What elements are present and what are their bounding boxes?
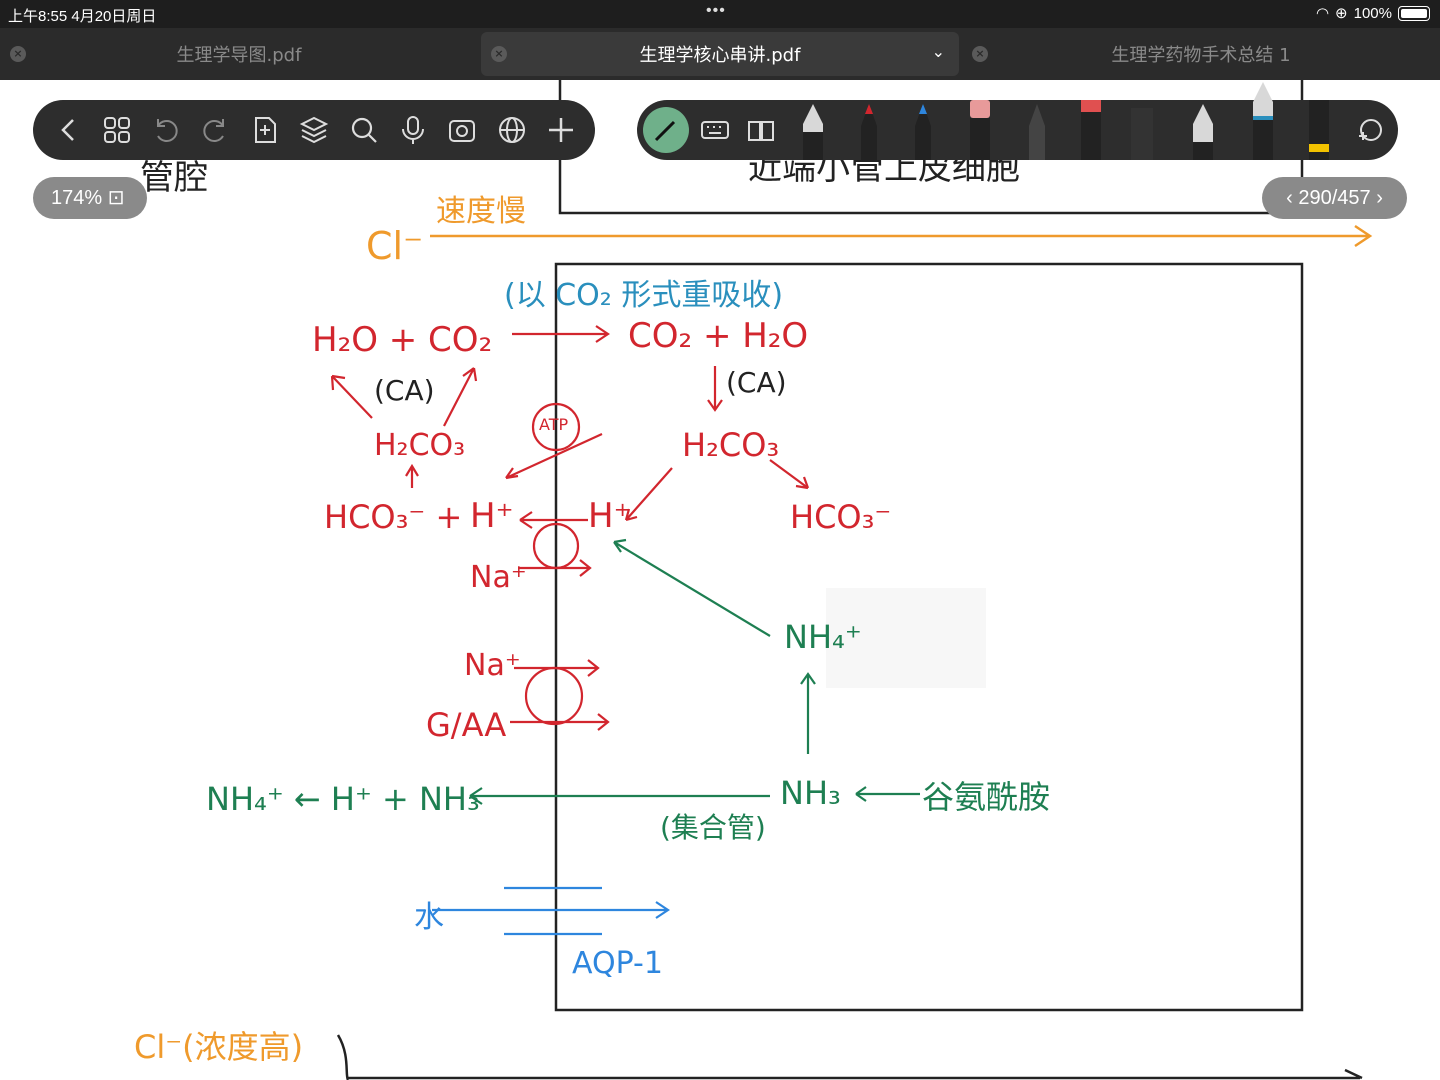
water-label: 水	[414, 900, 444, 935]
pen-toolbar	[637, 82, 1398, 160]
left-equation: H₂O + CO₂	[312, 320, 493, 360]
zoom-value: 174%	[51, 187, 103, 209]
right-equation: CO₂ + H₂O	[628, 316, 809, 356]
navigation-toolbar	[33, 100, 595, 160]
chevron-left-icon[interactable]: ‹	[1286, 187, 1293, 209]
lock-icon: ⊡	[107, 187, 125, 209]
h2co3-left: H₂CO₃	[374, 428, 466, 463]
ca-left: (CA)	[374, 374, 435, 407]
tab-label: 生理学导图.pdf	[176, 45, 302, 66]
fountain-pen-icon[interactable]	[797, 102, 829, 160]
chevron-down-icon[interactable]: ⌄	[932, 42, 945, 61]
cl-label-top: Cl⁻	[366, 224, 424, 268]
page-number: 290/457	[1298, 187, 1371, 209]
co2-arrow	[512, 325, 610, 343]
na-label-2: Na⁺	[464, 648, 521, 683]
battery-percent: 100%	[1353, 4, 1392, 22]
glutamine-label: 谷氨酰胺	[922, 778, 1051, 816]
status-bar: 上午8:55 4月20日周日 ••• ◠ ⊕ 100%	[0, 0, 1440, 28]
hco3-left: HCO₃⁻ +	[324, 498, 463, 536]
pencil-icon[interactable]	[1023, 102, 1051, 160]
microphone-icon[interactable]	[397, 114, 429, 146]
bottom-line	[336, 1034, 1363, 1080]
green-fountain-pen-icon[interactable]	[1187, 102, 1219, 160]
search-icon[interactable]	[348, 114, 380, 146]
h-left: H⁺	[470, 496, 514, 536]
ca-arrow-left	[330, 374, 373, 419]
h2co3-right: H₂CO₃	[682, 426, 780, 464]
multitask-dots[interactable]: •••	[706, 2, 726, 20]
close-icon[interactable]: ×	[972, 46, 988, 62]
na-in-arrow	[518, 559, 592, 577]
tab-document-3[interactable]: × 生理学药物手术总结 1	[962, 32, 1440, 76]
hco3-up-arrow	[405, 463, 419, 488]
cotransporter-circle	[524, 666, 584, 726]
red-pen-icon[interactable]	[855, 102, 883, 160]
water-arrow	[432, 901, 670, 919]
grid-icon[interactable]	[101, 114, 133, 146]
layers-icon[interactable]	[298, 114, 330, 146]
page-navigator[interactable]: ‹ 290/457 ›	[1262, 177, 1407, 219]
tab-label: 生理学核心串讲.pdf	[639, 45, 801, 66]
keyboard-icon[interactable]	[699, 114, 731, 146]
status-time: 上午8:55 4月20日周日	[8, 8, 157, 25]
nh3-right: NH₃	[780, 774, 841, 812]
redo-icon[interactable]	[199, 114, 231, 146]
book-icon[interactable]	[745, 114, 777, 146]
atp-arrow	[505, 433, 603, 480]
na-label-1: Na⁺	[470, 560, 527, 595]
globe-icon[interactable]	[496, 114, 528, 146]
note-canvas[interactable]	[0, 80, 1440, 1080]
gaa-arrow	[510, 713, 610, 731]
hco3-arrow-right	[769, 459, 810, 490]
cyan-fountain-pen-icon[interactable]	[1247, 80, 1279, 160]
aqp-label: AQP-1	[572, 946, 663, 981]
wifi-icon: ◠	[1315, 5, 1330, 22]
battery-icon	[1398, 5, 1430, 21]
ca-down-arrow	[707, 366, 723, 412]
h-exchange-arrow	[519, 511, 588, 529]
document-tab-bar: × 生理学导图.pdf × 生理学核心串讲.pdf ⌄ × 生理学药物手术总结 …	[0, 28, 1440, 80]
nh4-left: NH₄⁺ ← H⁺ + NH₃	[206, 780, 480, 818]
ca-arrow-right	[443, 367, 478, 427]
cl-arrow-top	[430, 224, 1373, 248]
nh3-up-arrow	[800, 672, 816, 754]
hco3-right: HCO₃⁻	[790, 498, 892, 536]
tab-label: 生理学药物手术总结 1	[1111, 45, 1291, 66]
status-right: ◠ ⊕ 100%	[1316, 4, 1430, 22]
gaa-label: G/AA	[426, 706, 507, 744]
nh4-right: NH₄⁺	[784, 618, 862, 656]
nh4-arrow	[613, 538, 771, 637]
ruler-icon[interactable]	[1127, 108, 1157, 160]
tab-document-1[interactable]: × 生理学导图.pdf	[0, 32, 478, 76]
h-mid: H⁺	[588, 496, 632, 536]
laser-pointer-icon[interactable]	[1077, 100, 1105, 160]
close-icon[interactable]: ×	[491, 46, 507, 62]
atp-label: ATP	[539, 415, 569, 434]
pen-mode-icon[interactable]	[642, 106, 690, 154]
lock-rotation-icon: ⊕	[1335, 5, 1348, 22]
undo-icon[interactable]	[150, 114, 182, 146]
ca-right: (CA)	[726, 366, 787, 399]
cl-label-bottom: Cl⁻(浓度高)	[134, 1028, 304, 1066]
co2-note: (以 CO₂ 形式重吸收)	[504, 278, 784, 313]
glutamine-arrow	[855, 786, 920, 802]
back-icon[interactable]	[53, 114, 85, 146]
media-icon[interactable]	[446, 114, 478, 146]
highlighter-icon[interactable]	[1305, 100, 1333, 160]
zoom-level[interactable]: 174% ⊡	[33, 177, 147, 219]
h-arrow-right	[624, 467, 673, 522]
nh3-arrow	[469, 787, 770, 805]
collecting-duct-label: (集合管)	[660, 811, 766, 844]
close-icon[interactable]: ×	[10, 46, 26, 62]
shapes-icon[interactable]	[1353, 114, 1385, 146]
eraser-icon[interactable]	[967, 100, 993, 160]
plus-icon[interactable]	[545, 114, 577, 146]
blue-pen-icon[interactable]	[909, 102, 937, 160]
tab-document-2[interactable]: × 生理学核心串讲.pdf ⌄	[481, 32, 959, 76]
chevron-right-icon[interactable]: ›	[1376, 187, 1383, 209]
slow-label: 速度慢	[436, 194, 526, 229]
add-page-icon[interactable]	[249, 114, 281, 146]
